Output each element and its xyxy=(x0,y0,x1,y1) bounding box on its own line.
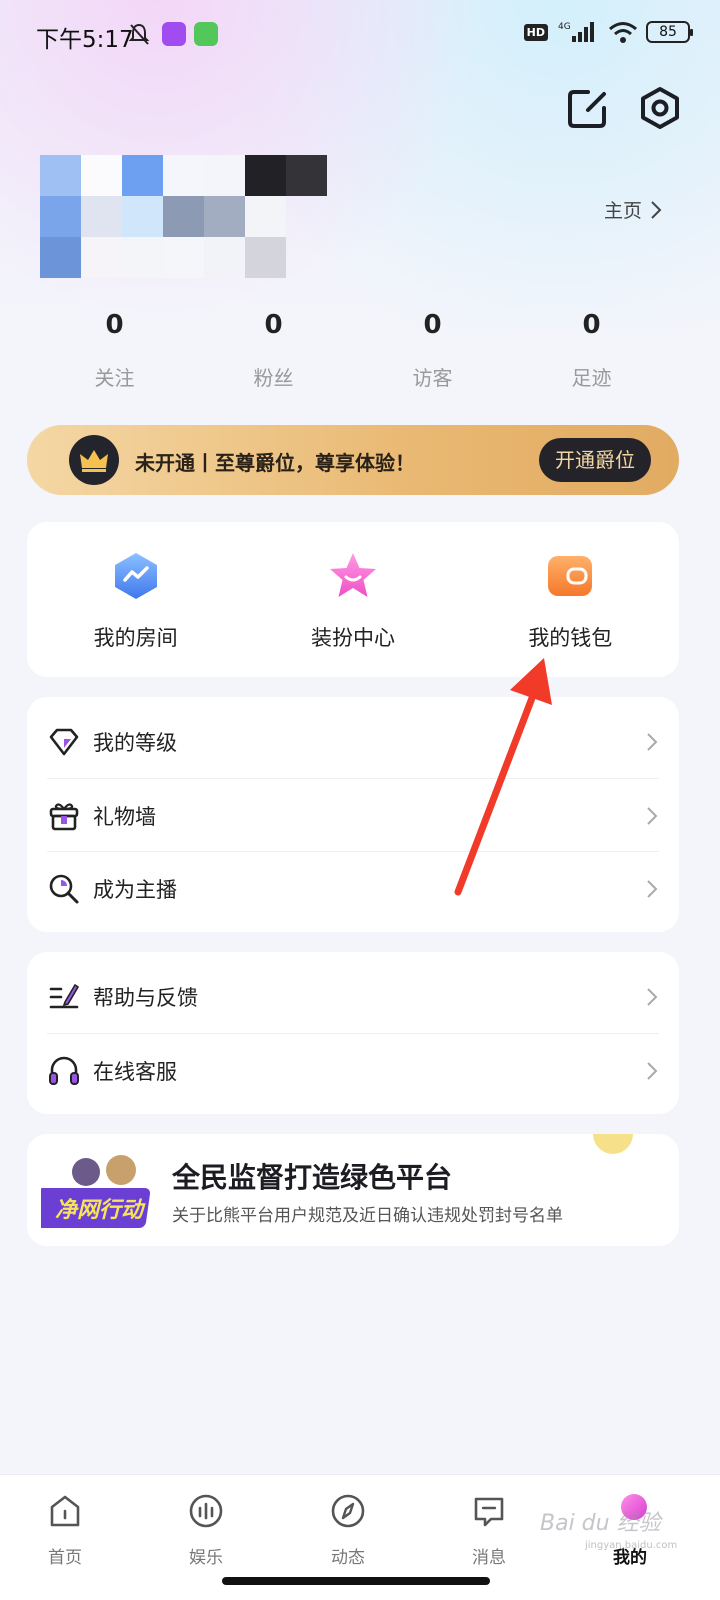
dress-up-center-button[interactable]: 装扮中心 xyxy=(244,522,461,677)
chevron-right-icon xyxy=(647,879,658,898)
stat-visitors[interactable]: 0 访客 xyxy=(353,310,512,391)
tab-entertainment[interactable]: 娱乐 xyxy=(161,1493,251,1568)
stat-following[interactable]: 0 关注 xyxy=(35,310,194,391)
menu-item-help-feedback[interactable]: 帮助与反馈 xyxy=(47,960,659,1033)
chevron-right-icon xyxy=(647,806,658,825)
crown-badge xyxy=(69,435,119,485)
hd-indicator: HD xyxy=(523,23,548,41)
avatar-pixelated[interactable] xyxy=(40,155,410,280)
menu-label: 帮助与反馈 xyxy=(93,985,198,1010)
tab-home[interactable]: 首页 xyxy=(20,1493,110,1568)
gear-icon[interactable] xyxy=(638,86,682,130)
vip-status-text: 未开通丨至尊爵位，尊享体验！ xyxy=(135,451,415,475)
watermark: Bai du 经验 xyxy=(540,1511,661,1536)
home-indicator[interactable] xyxy=(222,1577,490,1585)
stat-footprints[interactable]: 0 足迹 xyxy=(512,310,671,391)
edit-icon[interactable] xyxy=(566,86,610,130)
signal-icon: 4G xyxy=(558,22,594,42)
stat-label: 足迹 xyxy=(571,366,612,390)
stat-label: 访客 xyxy=(412,366,453,390)
annotation-arrow xyxy=(454,658,552,896)
app-notification-icon xyxy=(162,22,186,46)
status-time: 下午5:17 xyxy=(36,27,134,53)
battery-indicator: 85 xyxy=(646,21,693,43)
mute-bell-icon xyxy=(128,23,150,45)
message-icon xyxy=(474,1497,504,1527)
crown-icon xyxy=(80,450,108,472)
compass-icon xyxy=(331,1494,365,1528)
status-bar: 下午5:17 HD 4G 85 xyxy=(0,0,720,70)
stat-fans[interactable]: 0 粉丝 xyxy=(194,310,353,391)
chevron-right-icon xyxy=(647,987,658,1006)
quick-actions-card: 我的房间 装扮中心 我的钱包 xyxy=(27,522,679,677)
network-label: 4G xyxy=(558,22,571,32)
promo-banner[interactable]: 净网行动 全民监督打造绿色平台 关于比熊平台用户规范及近日确认违规处罚封号名单 xyxy=(27,1134,679,1246)
tab-label: 首页 xyxy=(48,1548,82,1568)
quick-label: 我的房间 xyxy=(93,626,178,650)
search-icon xyxy=(49,874,79,903)
app-notification-icon xyxy=(194,22,218,46)
gift-icon xyxy=(49,802,79,830)
quick-label: 我的钱包 xyxy=(528,626,613,650)
promo-title: 全民监督打造绿色平台 xyxy=(172,1161,453,1194)
home-icon xyxy=(50,1495,80,1527)
promo-artwork: 净网行动 xyxy=(41,1155,151,1228)
activate-vip-button[interactable]: 开通爵位 xyxy=(539,438,651,482)
menu-card-primary: 我的等级 礼物墙 成为主播 xyxy=(27,697,679,932)
stat-value: 0 xyxy=(264,310,283,340)
tab-label: 娱乐 xyxy=(189,1548,223,1568)
profile-home-link[interactable]: 主页 xyxy=(604,196,662,223)
vip-banner[interactable]: 未开通丨至尊爵位，尊享体验！ 开通爵位 xyxy=(27,425,679,495)
menu-card-support: 帮助与反馈 在线客服 xyxy=(27,952,679,1114)
tab-label: 消息 xyxy=(472,1548,506,1568)
chevron-right-icon xyxy=(651,200,662,219)
chevron-right-icon xyxy=(647,732,658,751)
tab-label: 动态 xyxy=(331,1548,365,1568)
wifi-icon xyxy=(609,22,637,43)
stat-value: 0 xyxy=(582,310,601,340)
stat-label: 粉丝 xyxy=(253,366,294,390)
quick-label: 装扮中心 xyxy=(310,626,395,650)
my-room-button[interactable]: 我的房间 xyxy=(27,522,244,677)
wallet-icon xyxy=(548,556,593,596)
feedback-icon xyxy=(49,983,80,1008)
menu-item-online-service[interactable]: 在线客服 xyxy=(47,1034,659,1107)
diamond-icon xyxy=(49,728,79,755)
room-icon xyxy=(114,553,157,599)
promo-badge-text: 净网行动 xyxy=(55,1198,146,1223)
watermark-url: jingyan.baidu.com xyxy=(585,1540,678,1551)
tab-messages[interactable]: 消息 xyxy=(444,1493,534,1568)
decorative-circle xyxy=(593,1134,633,1154)
music-icon xyxy=(189,1494,223,1528)
home-link-label: 主页 xyxy=(604,200,643,222)
chevron-right-icon xyxy=(647,1061,658,1080)
star-icon xyxy=(329,553,376,597)
menu-label: 在线客服 xyxy=(93,1059,177,1084)
stats-row: 0 关注 0 粉丝 0 访客 0 足迹 xyxy=(35,310,671,391)
headset-icon xyxy=(49,1056,79,1085)
stat-label: 关注 xyxy=(94,366,135,390)
stat-value: 0 xyxy=(423,310,442,340)
stat-value: 0 xyxy=(105,310,124,340)
tab-feed[interactable]: 动态 xyxy=(303,1493,393,1568)
promo-subtitle: 关于比熊平台用户规范及近日确认违规处罚封号名单 xyxy=(172,1206,563,1226)
